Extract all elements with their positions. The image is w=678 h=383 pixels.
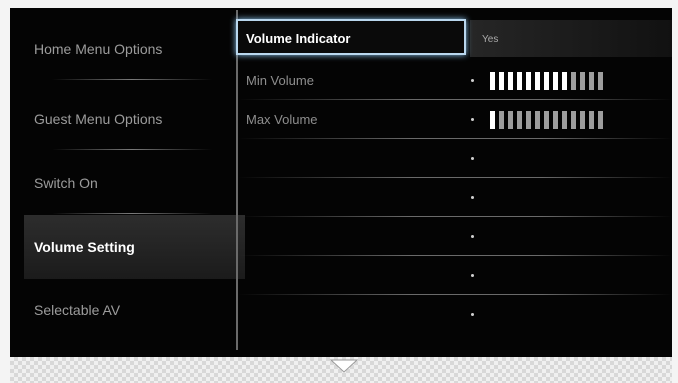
bullet [471,157,474,160]
volume-bar-segment [571,111,576,129]
volume-bar-segment [508,111,513,129]
volume-bar-segment [580,111,585,129]
volume-bar-segment [535,111,540,129]
settings-list: Volume Indicator Yes Min Volume Max Volu… [236,19,672,320]
setting-value[interactable]: Yes [482,20,498,59]
chevron-down-icon[interactable] [329,359,359,373]
bullet [471,79,474,82]
volume-bar-segment [562,111,567,129]
empty-row [238,256,672,295]
volume-bar-segment [553,111,558,129]
bullet [471,235,474,238]
volume-bar-segment-filled [535,72,540,90]
menu-divider [52,213,212,214]
menu-item-label: Switch On [34,175,98,191]
bullet [471,313,474,316]
volume-bar-segment-filled [526,72,531,90]
bullet [471,196,474,199]
menu-item-home-menu-options[interactable]: Home Menu Options [24,18,245,80]
max-volume-slider[interactable] [490,111,603,129]
volume-bar-segment [499,111,504,129]
bullet [471,274,474,277]
volume-bar-segment [571,72,576,90]
volume-bar-segment [589,111,594,129]
volume-bar-segment [598,72,603,90]
bottom-strip [10,357,672,383]
tv-settings-screen: Home Menu Options Guest Menu Options Swi… [10,8,672,357]
setting-label: Max Volume [246,112,318,127]
bullet [471,118,474,121]
left-menu: Home Menu Options Guest Menu Options Swi… [24,8,245,357]
menu-divider [52,149,212,150]
menu-divider [52,79,212,80]
setting-row-max-volume[interactable]: Max Volume [238,100,672,139]
min-volume-slider[interactable] [490,72,603,90]
volume-bar-segment [598,111,603,129]
menu-item-guest-menu-options[interactable]: Guest Menu Options [24,88,245,150]
menu-item-label: Guest Menu Options [34,111,163,127]
volume-bar-segment-filled [562,72,567,90]
empty-row [238,178,672,217]
empty-row [238,217,672,256]
menu-item-label: Home Menu Options [34,41,163,57]
volume-bar-segment-filled [544,72,549,90]
setting-label: Volume Indicator [236,19,466,55]
setting-row-min-volume[interactable]: Min Volume [238,61,672,100]
volume-bar-segment-filled [508,72,513,90]
setting-row-volume-indicator[interactable]: Volume Indicator Yes [236,19,672,59]
setting-label: Min Volume [246,73,314,88]
menu-item-switch-on[interactable]: Switch On [24,152,245,214]
volume-bar-segment-filled [499,72,504,90]
volume-bar-segment-filled [517,72,522,90]
empty-row [238,295,672,334]
empty-row [238,139,672,178]
volume-bar-segment [544,111,549,129]
volume-bar-segment [517,111,522,129]
menu-item-label: Selectable AV [34,302,121,318]
menu-item-label: Volume Setting [34,239,135,255]
volume-bar-segment-filled [553,72,558,90]
value-background [470,20,672,57]
volume-bar-segment-filled [490,111,495,129]
volume-bar-segment-filled [490,72,495,90]
menu-item-volume-setting[interactable]: Volume Setting [24,215,245,279]
volume-bar-segment [526,111,531,129]
menu-item-selectable-av[interactable]: Selectable AV [24,279,245,341]
volume-bar-segment [589,72,594,90]
volume-bar-segment [580,72,585,90]
